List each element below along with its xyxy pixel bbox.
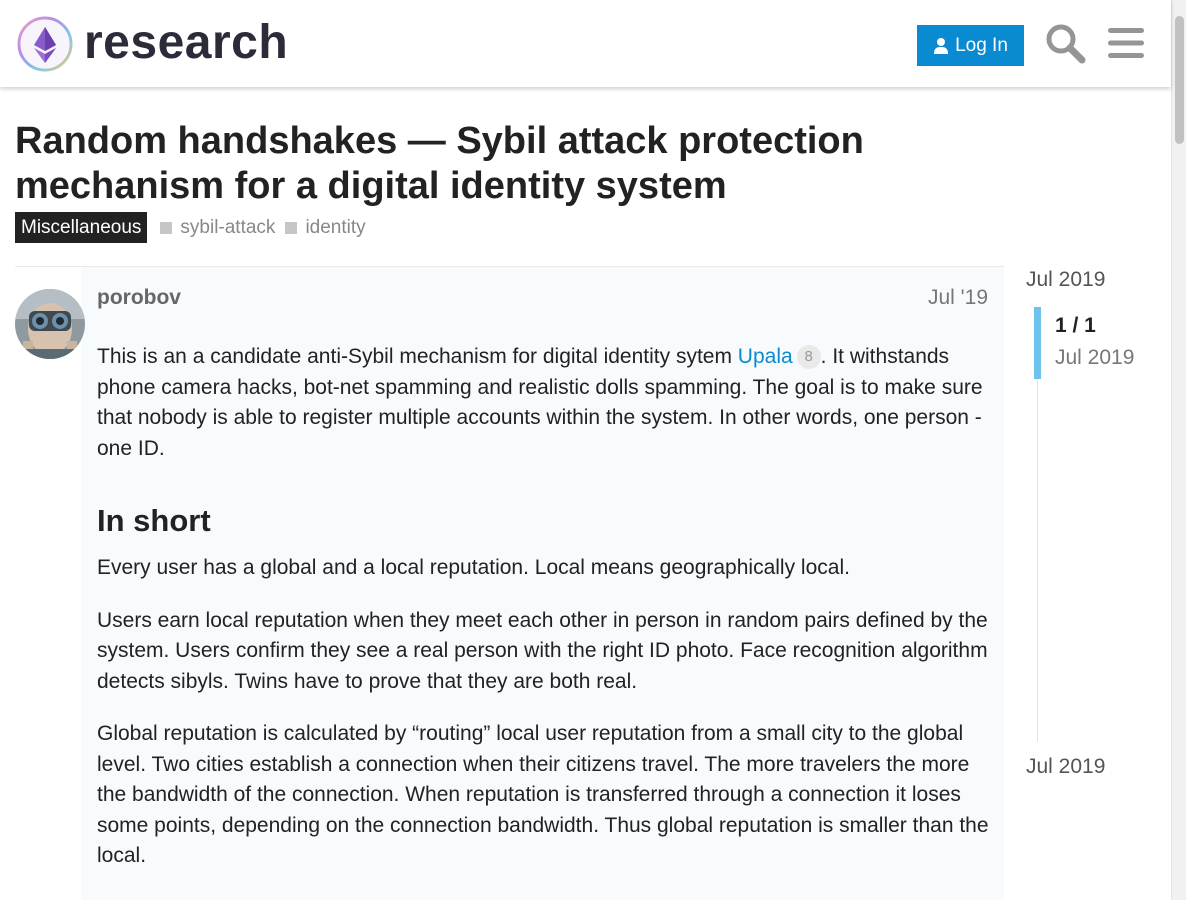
tag-sybil-attack[interactable]: sybil-attack bbox=[160, 217, 275, 239]
link-click-count-badge: 8 bbox=[796, 345, 821, 369]
research-logo-icon[interactable] bbox=[16, 15, 74, 73]
topic-title[interactable]: Random handshakes — Sybil attack protect… bbox=[15, 119, 995, 209]
post-paragraph: Global reputation is calculated by “rout… bbox=[97, 722, 989, 867]
post-intro-paragraph: This is an a candidate anti-Sybil mechan… bbox=[97, 342, 992, 464]
search-icon[interactable] bbox=[1044, 22, 1086, 64]
tag-square-icon bbox=[160, 221, 173, 234]
intro-text: This is an a candidate anti-Sybil mechan… bbox=[97, 345, 738, 368]
hamburger-menu-icon[interactable] bbox=[1106, 24, 1146, 62]
timeline-start-date[interactable]: Jul 2019 bbox=[1026, 268, 1105, 292]
tag-label: sybil-attack bbox=[180, 216, 276, 238]
site-brand[interactable]: research bbox=[84, 14, 288, 72]
scrollbar-thumb[interactable] bbox=[1175, 16, 1184, 144]
site-header: research Log In bbox=[0, 0, 1171, 87]
login-button[interactable]: Log In bbox=[917, 25, 1024, 66]
post-paragraph: Every user has a global and a local repu… bbox=[97, 556, 850, 579]
timeline-handle[interactable] bbox=[1034, 307, 1041, 379]
topic-tags: Miscellaneous sybil-attack identity bbox=[15, 212, 376, 243]
tag-label: identity bbox=[305, 216, 366, 238]
login-label: Log In bbox=[955, 34, 1008, 56]
post-content: This is an a candidate anti-Sybil mechan… bbox=[97, 342, 992, 894]
timeline-end-date[interactable]: Jul 2019 bbox=[1026, 755, 1105, 779]
category-badge[interactable]: Miscellaneous bbox=[15, 212, 148, 243]
upala-link[interactable]: Upala bbox=[738, 345, 793, 368]
timeline-position-date: Jul 2019 bbox=[1055, 346, 1135, 369]
post-paragraph: Users earn local reputation when they me… bbox=[97, 608, 988, 693]
user-avatar[interactable] bbox=[15, 289, 85, 359]
user-icon bbox=[934, 37, 949, 54]
post-username[interactable]: porobov bbox=[97, 286, 181, 310]
post-date[interactable]: Jul '19 bbox=[928, 286, 988, 310]
tag-identity[interactable]: identity bbox=[285, 216, 366, 239]
timeline-position: 1 / 1 bbox=[1055, 314, 1096, 337]
tag-square-icon bbox=[285, 221, 298, 234]
section-heading: In short bbox=[97, 503, 211, 538]
page-scrollbar[interactable] bbox=[1171, 0, 1186, 900]
